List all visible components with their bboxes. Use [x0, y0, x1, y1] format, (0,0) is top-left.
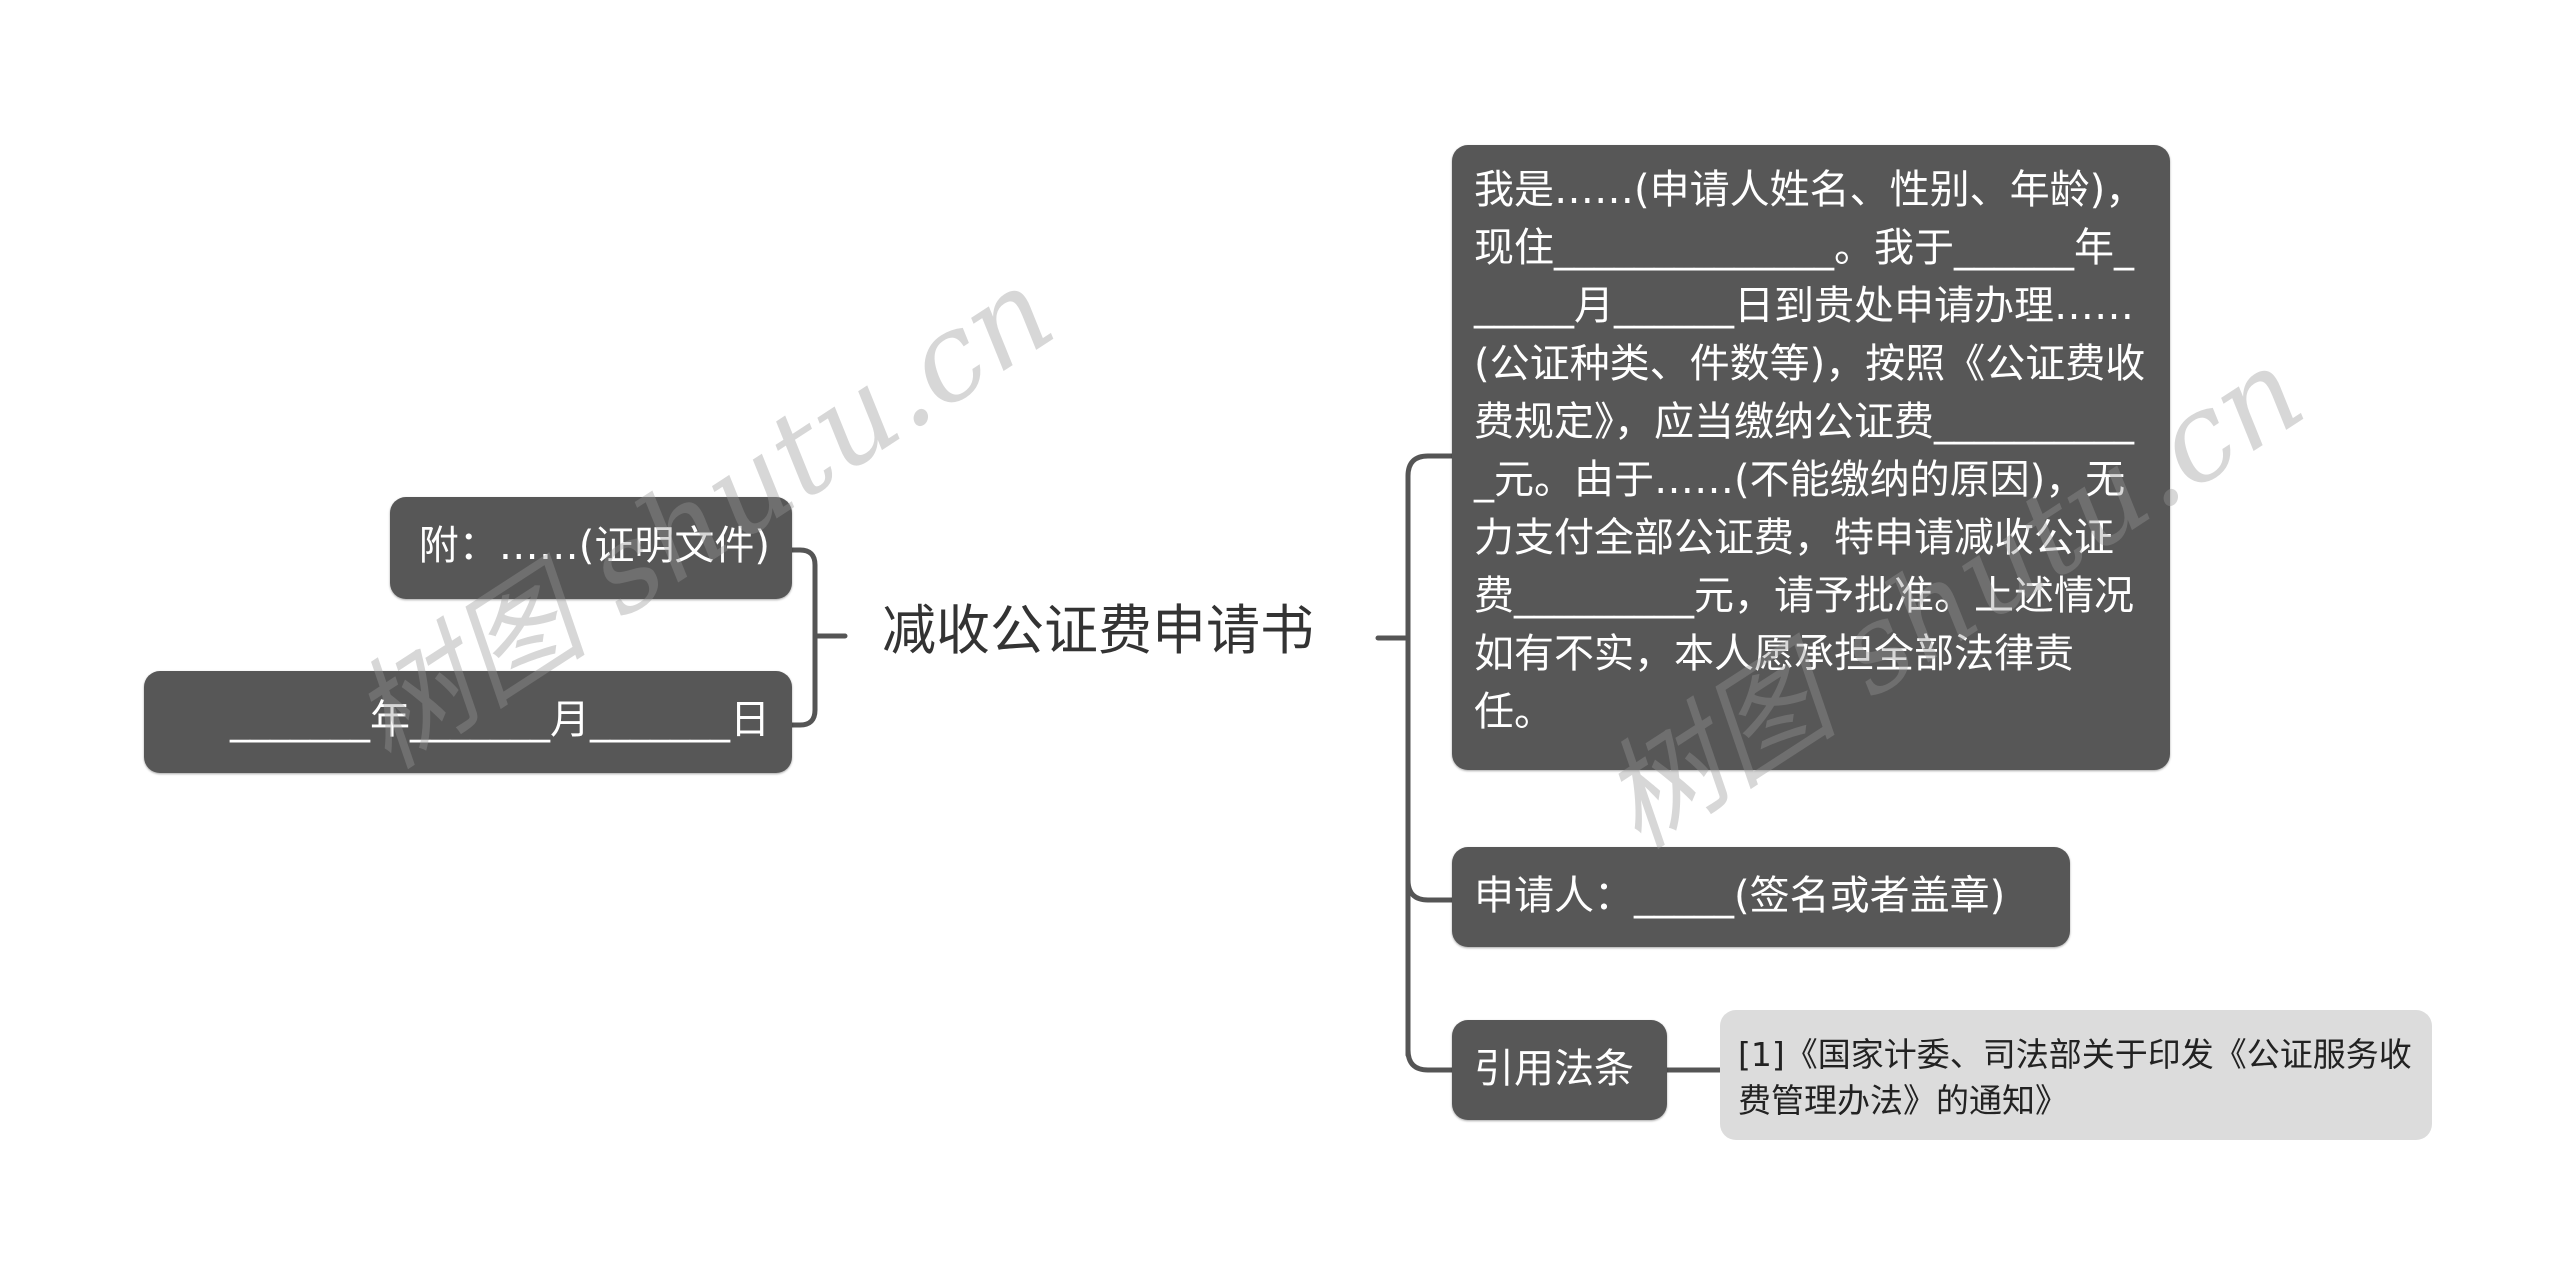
topic-applicant-signature[interactable]: 申请人：_____(签名或者盖章): [1452, 847, 2070, 947]
topic-cited-law[interactable]: 引用法条: [1452, 1020, 1667, 1120]
topic-date[interactable]: _______年_______月_______日: [144, 671, 792, 773]
connector-to-body: [1405, 453, 1455, 1058]
connector-to-law: [1405, 1047, 1455, 1073]
root-topic[interactable]: 减收公证费申请书: [882, 596, 1314, 666]
connector-to-applicant: [1405, 877, 1455, 903]
mindmap-canvas: 减收公证费申请书 我是……(申请人姓名、性别、年龄)，现住___________…: [0, 0, 2560, 1275]
subtopic-law-reference[interactable]: [1]《国家计委、司法部关于印发《公证服务收费管理办法》的通知》: [1720, 1010, 2432, 1140]
connector-to-attach: [789, 547, 818, 728]
topic-application-body[interactable]: 我是……(申请人姓名、性别、年龄)，现住______________。我于___…: [1452, 145, 2170, 770]
topic-attachment[interactable]: 附：……(证明文件): [390, 497, 792, 599]
